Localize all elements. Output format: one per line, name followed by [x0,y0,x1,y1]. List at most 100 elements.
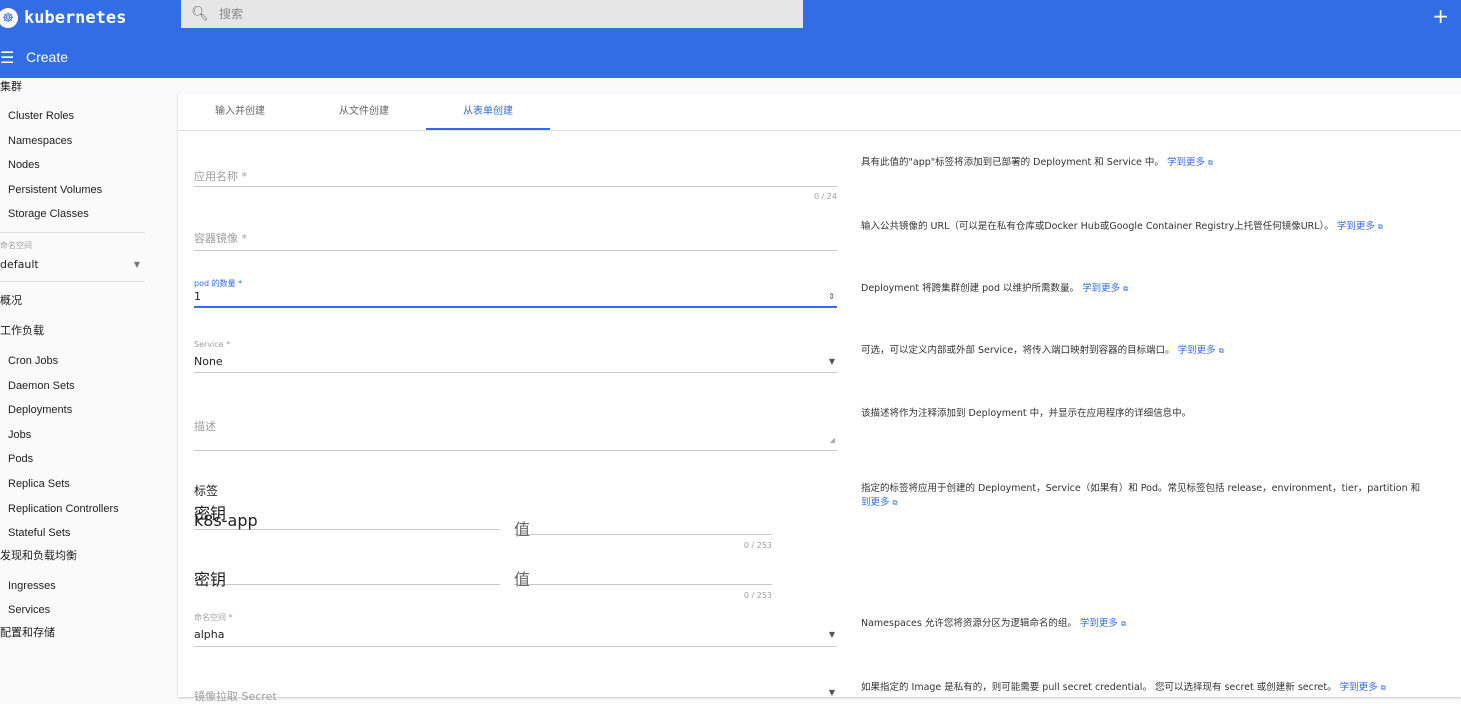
field-underline [194,186,837,187]
image-pull-secret-input[interactable]: 镜像拉取 Secret [194,688,837,703]
namespace-value: default [0,258,39,272]
help-labels: 指定的标签将应用于创建的 Deployment，Service（如果有）和 Po… [861,482,1461,510]
sidebar-divider [0,231,145,233]
external-link-icon: ⧉ [1120,620,1126,628]
pod-count-field[interactable]: pod 的数量 * 1 ⇕ [194,278,837,308]
help-service: 可选，可以定义内部或外部 Service，将传入端口映射到容器的目标端口。 学到… [861,342,1461,356]
namespace-label: 命名空间 [0,240,32,250]
create-form-card: 输入并创建 从文件创建 从表单创建 应用名称 * 0 / 24 具有此值的"ap… [178,94,1461,703]
tab-create-from-file[interactable]: 从文件创建 [302,94,426,130]
external-link-icon: ⧉ [892,499,898,507]
page-title: Create [26,49,69,65]
sidebar-item-replica-sets[interactable]: Replica Sets [0,472,160,497]
tab-create-from-input[interactable]: 输入并创建 [178,94,302,130]
label-key-field-1[interactable]: 密钥 k8s-app [194,500,500,530]
learn-more-label: 学到更多 [1177,345,1216,356]
sidebar-item-services[interactable]: Services [0,598,160,623]
label-key-input-2[interactable]: 密钥 [194,566,500,589]
sidebar-item-replication-controllers[interactable]: Replication Controllers [0,497,160,522]
learn-more-link[interactable]: 学到更多 ⧉ [1080,618,1126,629]
label-value-counter: 0 / 253 [743,591,772,600]
tab-create-from-form[interactable]: 从表单创建 [426,94,550,130]
service-value: None [194,355,223,368]
sidebar-item-deployments[interactable]: Deployments [0,398,160,423]
sidebar-item-persistent-volumes[interactable]: Persistent Volumes [0,178,160,203]
learn-more-link[interactable]: 学到更多 ⧉ [1167,157,1213,168]
field-underline [194,646,837,647]
chevron-down-icon: ▼ [133,260,140,270]
top-bar: ☸ kubernetes 🔍︎ + [0,0,1461,36]
label-value-input-2[interactable]: 值 [514,566,772,589]
help-text: 如果指定的 Image 是私有的，则可能需要 pull secret crede… [861,682,1337,693]
app-name: kubernetes [24,8,127,28]
sidebar-section-workloads[interactable]: 工作负载 [0,321,160,349]
search-input[interactable] [219,7,779,21]
create-plus-icon[interactable]: + [1432,4,1449,28]
menu-icon[interactable]: ☰ [0,48,26,67]
sidebar-item-nodes[interactable]: Nodes [0,153,160,178]
learn-more-label: 学到更多 [1339,682,1378,693]
sidebar-item-pods[interactable]: Pods [0,447,160,472]
learn-more-link[interactable]: 学到更多 ⧉ [1340,682,1386,693]
app-logo[interactable]: ☸ kubernetes [0,0,126,36]
container-image-field[interactable]: 容器镜像 * [194,230,837,251]
sidebar-section-config[interactable]: 配置和存储 [0,623,160,651]
sidebar-section-discovery[interactable]: 发现和负载均衡 [0,546,160,574]
sidebar-item-jobs[interactable]: Jobs [0,423,160,448]
learn-more-label: 学到更多 [1079,618,1118,629]
external-link-icon: ⧉ [1377,223,1383,231]
chevron-down-icon: ▼ [828,688,835,697]
field-underline [194,584,500,585]
sidebar-item-storage-classes[interactable]: Storage Classes [0,202,160,227]
namespace-form-label: 命名空间 * [194,613,233,622]
namespace-form-select[interactable]: 命名空间 * alpha ▼ [194,612,837,647]
sidebar-item-namespaces[interactable]: Namespaces [0,129,160,154]
help-secret: 如果指定的 Image 是私有的，则可能需要 pull secret crede… [861,679,1461,693]
sidebar-item-overview[interactable]: 概况 [0,287,160,321]
namespace-form-value: alpha [194,628,225,641]
image-pull-secret-select[interactable]: 镜像拉取 Secret ▼ [194,688,837,703]
help-namespace: Namespaces 允许您将资源分区为逻辑命名的组。 学到更多 ⧉ [861,615,1461,629]
sidebar-section-cluster[interactable]: 集群 [0,70,160,104]
app-name-input[interactable]: 应用名称 * [194,168,837,186]
label-value-field-2[interactable]: 值 0 / 253 [514,566,772,600]
labels-title: 标签 [194,484,219,498]
sidebar-item-ingresses[interactable]: Ingresses [0,574,160,599]
label-key-field-2[interactable]: 密钥 [194,566,500,589]
sidebar-item-stateful-sets[interactable]: Stateful Sets [0,521,160,546]
resize-handle-icon[interactable]: ◢ [830,436,835,444]
learn-more-link[interactable]: 学到更多 ⧉ [1082,283,1128,294]
external-link-icon: ⧉ [1123,285,1129,293]
service-select[interactable]: Service * None ▼ [194,340,837,373]
learn-more-label: 学到更多 [1082,283,1121,294]
external-link-icon: ⧉ [1380,684,1386,692]
field-underline [194,450,837,451]
help-description: 该描述将作为注释添加到 Deployment 中，并显示在应用程序的详细信息中。 [861,405,1461,419]
container-image-input[interactable]: 容器镜像 * [194,230,837,250]
field-underline [514,534,772,535]
label-value-input-1[interactable]: 值 [514,516,772,539]
label-value-field-1[interactable]: 值 0 / 253 [514,516,772,550]
help-text: 可选，可以定义内部或外部 Service，将传入端口映射到容器的目标端口。 [861,345,1175,356]
sidebar-item-daemon-sets[interactable]: Daemon Sets [0,374,160,399]
help-text: 具有此值的"app"标签将添加到已部署的 Deployment 和 Servic… [861,157,1164,168]
learn-more-link[interactable]: 到更多 ⧉ [861,497,898,508]
learn-more-label: 到更多 [861,497,890,508]
number-spinner-icon[interactable]: ⇕ [828,292,835,301]
label-key-input-1[interactable]: k8s-app [194,511,500,530]
sidebar-item-cluster-roles[interactable]: Cluster Roles [0,104,160,129]
tab-divider [178,130,1461,131]
help-pods: Deployment 将跨集群创建 pod 以维护所需数量。 学到更多 ⧉ [861,280,1461,294]
help-text: 输入公共镜像的 URL（可以是在私有仓库或Docker Hub或Google C… [861,221,1334,232]
namespace-select[interactable]: default ▼ [0,254,140,276]
app-name-field[interactable]: 应用名称 * 0 / 24 [194,168,837,201]
chevron-down-icon: ▼ [828,630,835,639]
learn-more-link[interactable]: 学到更多 ⧉ [1337,221,1383,232]
sidebar-item-cron-jobs[interactable]: Cron Jobs [0,349,160,374]
external-link-icon: ⧉ [1218,347,1224,355]
description-field[interactable]: 描述 ◢ [194,418,837,451]
learn-more-link[interactable]: 学到更多 ⧉ [1178,345,1224,356]
pod-count-input[interactable]: 1 [194,290,837,306]
description-textarea[interactable]: 描述 [194,418,837,450]
field-underline [194,372,837,373]
